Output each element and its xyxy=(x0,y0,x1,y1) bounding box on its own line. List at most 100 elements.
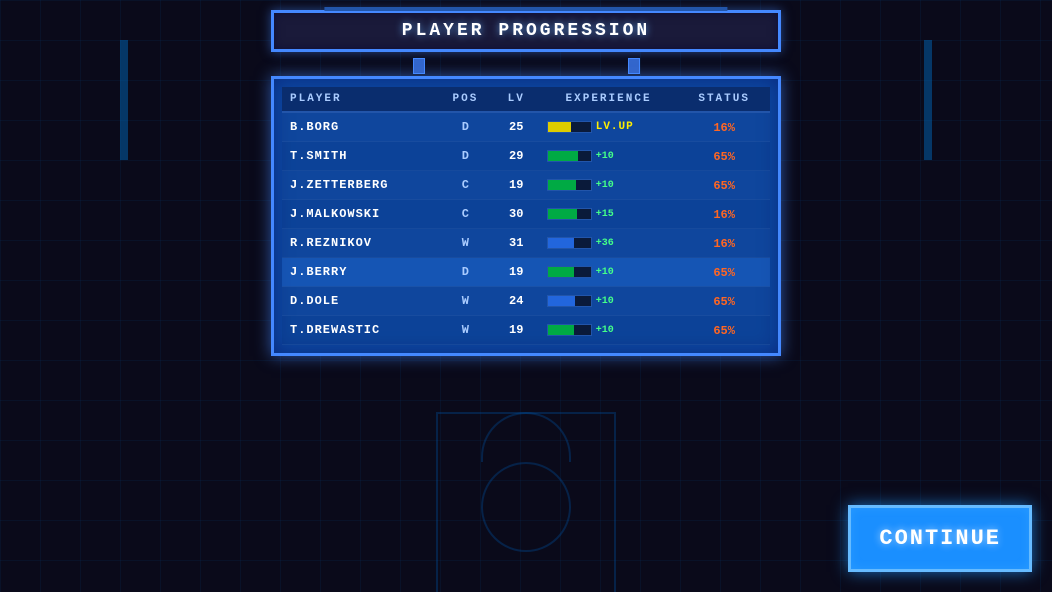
col-header-pos: POS xyxy=(437,87,494,112)
xp-bar-outer xyxy=(547,295,592,307)
continue-button[interactable]: CONTINUE xyxy=(848,505,1032,572)
player-lv: 19 xyxy=(494,258,539,287)
status-badge: 65% xyxy=(713,179,735,193)
player-lv: 30 xyxy=(494,200,539,229)
table-row[interactable]: J.BERRY D 19 +10 65% xyxy=(282,258,770,287)
player-pos: D xyxy=(437,258,494,287)
player-name: R.REZNIKOV xyxy=(282,229,437,258)
player-lv: 25 xyxy=(494,112,539,142)
xp-label: LV.UP xyxy=(596,121,634,133)
status-badge: 65% xyxy=(713,150,735,164)
xp-label: +10 xyxy=(596,151,614,162)
table-row[interactable]: B.BORG D 25 LV.UP 16% xyxy=(282,112,770,142)
xp-label: +10 xyxy=(596,180,614,191)
xp-bar-fill xyxy=(548,209,577,219)
xp-bar-fill xyxy=(548,267,574,277)
xp-bar-fill xyxy=(548,180,576,190)
status-badge: 16% xyxy=(713,121,735,135)
panel-title: PLAYER PROGRESSION xyxy=(402,21,650,41)
player-lv: 29 xyxy=(494,142,539,171)
xp-label: +10 xyxy=(596,325,614,336)
player-pos: W xyxy=(437,229,494,258)
connector-decoration xyxy=(271,56,781,76)
player-status: 65% xyxy=(678,287,770,316)
xp-bar-outer xyxy=(547,150,592,162)
player-status: 65% xyxy=(678,142,770,171)
xp-label: +15 xyxy=(596,209,614,220)
xp-bar-fill xyxy=(548,238,575,248)
table-row[interactable]: T.DREWASTIC W 19 +10 65% xyxy=(282,316,770,345)
xp-bar-outer xyxy=(547,266,592,278)
xp-bar-fill xyxy=(548,122,572,132)
xp-label: +10 xyxy=(596,267,614,278)
player-name: J.ZETTERBERG xyxy=(282,171,437,200)
table-header-row: PLAYER POS LV EXPERIENCE STATUS xyxy=(282,87,770,112)
player-pos: D xyxy=(437,142,494,171)
xp-label: +10 xyxy=(596,296,614,307)
player-lv: 19 xyxy=(494,171,539,200)
player-xp: +10 xyxy=(539,142,679,171)
table-row[interactable]: J.ZETTERBERG C 19 +10 65% xyxy=(282,171,770,200)
player-xp: +10 xyxy=(539,171,679,200)
status-badge: 16% xyxy=(713,237,735,251)
status-badge: 65% xyxy=(713,324,735,338)
player-xp: LV.UP xyxy=(539,112,679,142)
player-table: PLAYER POS LV EXPERIENCE STATUS B.BORG D… xyxy=(282,87,770,345)
player-pos: C xyxy=(437,200,494,229)
connector-bar-2 xyxy=(628,58,640,74)
table-row[interactable]: J.MALKOWSKI C 30 +15 16% xyxy=(282,200,770,229)
col-header-status: STATUS xyxy=(678,87,770,112)
player-status: 16% xyxy=(678,112,770,142)
table-row[interactable]: D.DOLE W 24 +10 65% xyxy=(282,287,770,316)
player-xp: +10 xyxy=(539,258,679,287)
hoop-left xyxy=(120,40,128,160)
main-panel: PLAYER PROGRESSION PLAYER POS LV EXPERIE… xyxy=(271,10,781,356)
player-status: 16% xyxy=(678,200,770,229)
court-decoration xyxy=(226,392,826,592)
player-pos: W xyxy=(437,316,494,345)
court-circle xyxy=(481,462,571,552)
player-pos: D xyxy=(437,112,494,142)
player-lv: 24 xyxy=(494,287,539,316)
player-name: T.SMITH xyxy=(282,142,437,171)
player-xp: +36 xyxy=(539,229,679,258)
table-row[interactable]: R.REZNIKOV W 31 +36 16% xyxy=(282,229,770,258)
xp-bar-outer xyxy=(547,179,592,191)
status-badge: 65% xyxy=(713,266,735,280)
player-name: D.DOLE xyxy=(282,287,437,316)
player-status: 65% xyxy=(678,258,770,287)
player-xp: +10 xyxy=(539,316,679,345)
xp-bar-outer xyxy=(547,121,592,133)
connector-bar-1 xyxy=(413,58,425,74)
player-xp: +10 xyxy=(539,287,679,316)
player-xp: +15 xyxy=(539,200,679,229)
table-row[interactable]: T.SMITH D 29 +10 65% xyxy=(282,142,770,171)
xp-bar-fill xyxy=(548,296,575,306)
status-badge: 65% xyxy=(713,295,735,309)
xp-bar-fill xyxy=(548,325,574,335)
player-status: 16% xyxy=(678,229,770,258)
player-status: 65% xyxy=(678,171,770,200)
hoop-right xyxy=(924,40,932,160)
player-name: J.BERRY xyxy=(282,258,437,287)
xp-bar-outer xyxy=(547,237,592,249)
player-status: 65% xyxy=(678,316,770,345)
player-lv: 31 xyxy=(494,229,539,258)
player-pos: C xyxy=(437,171,494,200)
player-name: T.DREWASTIC xyxy=(282,316,437,345)
player-name: J.MALKOWSKI xyxy=(282,200,437,229)
player-pos: W xyxy=(437,287,494,316)
xp-bar-fill xyxy=(548,151,578,161)
player-name: B.BORG xyxy=(282,112,437,142)
xp-bar-outer xyxy=(547,208,592,220)
title-bar: PLAYER PROGRESSION xyxy=(271,10,781,52)
status-badge: 16% xyxy=(713,208,735,222)
col-header-lv: LV xyxy=(494,87,539,112)
content-panel: PLAYER POS LV EXPERIENCE STATUS B.BORG D… xyxy=(271,76,781,356)
xp-bar-outer xyxy=(547,324,592,336)
col-header-player: PLAYER xyxy=(282,87,437,112)
player-lv: 19 xyxy=(494,316,539,345)
col-header-experience: EXPERIENCE xyxy=(539,87,679,112)
xp-label: +36 xyxy=(596,238,614,249)
table-wrapper: PLAYER POS LV EXPERIENCE STATUS B.BORG D… xyxy=(282,87,770,345)
